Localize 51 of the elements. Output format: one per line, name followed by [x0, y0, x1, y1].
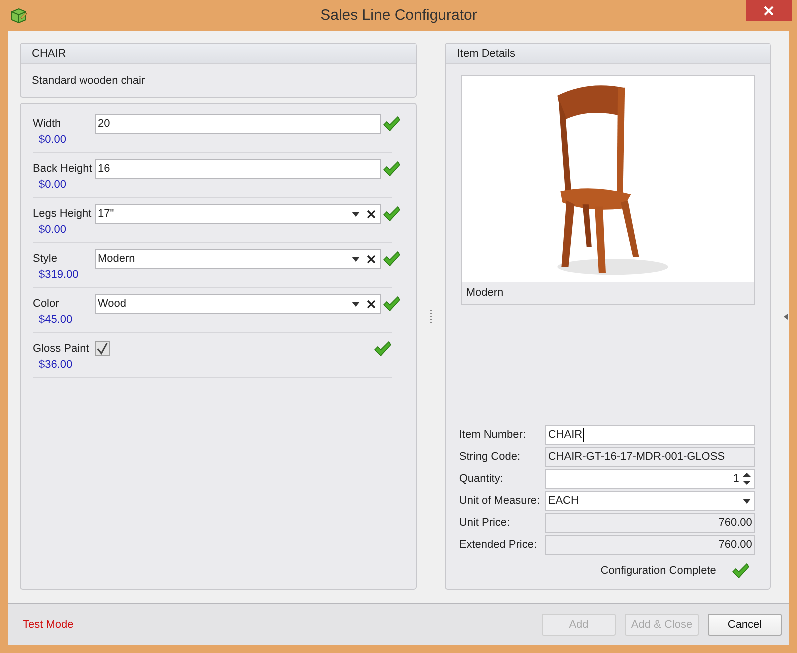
field-label: Unit of Measure: — [459, 495, 542, 507]
window-title: Sales Line Configurator — [320, 7, 478, 24]
text-field[interactable]: 20 — [95, 114, 381, 134]
price-field: 760.00 — [545, 535, 756, 555]
option-label: Legs Height — [33, 208, 93, 220]
option-label: Style — [33, 253, 58, 265]
field-label: Item Number: — [459, 429, 528, 441]
dropdown-field[interactable]: EACH — [545, 491, 756, 511]
collapse-arrow-icon[interactable] — [784, 314, 788, 320]
option-label: Width — [33, 118, 62, 130]
option-price: $0.00 — [38, 224, 68, 236]
dropdown-field[interactable]: Wood — [95, 294, 381, 314]
caret-icon[interactable] — [352, 212, 360, 216]
spin-arrows-icon[interactable] — [743, 472, 752, 486]
field-label: Unit Price: — [459, 517, 512, 529]
option-label: Color — [33, 298, 60, 310]
panel-title: Item Details — [457, 48, 516, 60]
dropdown-field[interactable]: Modern — [95, 249, 381, 269]
test-mode-label: Test Mode — [23, 618, 74, 630]
caret-icon[interactable] — [743, 498, 752, 504]
image-caption: Modern — [466, 287, 504, 299]
field-label: Extended Price: — [459, 539, 538, 551]
dropdown-field[interactable]: 17" — [95, 204, 381, 224]
clear-icon[interactable] — [367, 254, 376, 264]
string-code-field[interactable]: CHAIR-GT-16-17-MDR-001-GLOSS — [545, 447, 756, 467]
option-price: $0.00 — [38, 179, 68, 191]
price-field: 760.00 — [545, 513, 756, 533]
box-icon — [10, 6, 28, 24]
option-price: $45.00 — [38, 314, 74, 326]
dialog-button[interactable]: Cancel — [708, 614, 782, 636]
field-label: Quantity: — [459, 473, 504, 485]
field-label: String Code: — [459, 451, 522, 463]
caret-icon[interactable] — [352, 302, 360, 306]
option-price: $319.00 — [38, 269, 80, 281]
clear-icon[interactable] — [367, 210, 376, 218]
clear-icon[interactable] — [367, 300, 376, 308]
option-label: Back Height — [33, 163, 94, 175]
option-price: $0.00 — [38, 134, 68, 146]
splitter-grip-icon[interactable] — [430, 310, 433, 324]
option-label: Gloss Paint — [33, 343, 90, 355]
text-field[interactable]: 16 — [95, 159, 381, 179]
quantity-spinner[interactable]: 1 — [545, 469, 756, 489]
item-number-field[interactable]: CHAIR — [545, 425, 756, 445]
option-price: $36.00 — [38, 359, 74, 371]
close-icon[interactable] — [764, 6, 774, 16]
item-description: Standard wooden chair — [32, 75, 146, 87]
status-text: Configuration Complete — [600, 565, 716, 577]
item-name: CHAIR — [32, 48, 66, 60]
caret-icon[interactable] — [352, 256, 360, 262]
checkbox[interactable] — [95, 341, 110, 356]
close-button[interactable] — [746, 0, 792, 21]
